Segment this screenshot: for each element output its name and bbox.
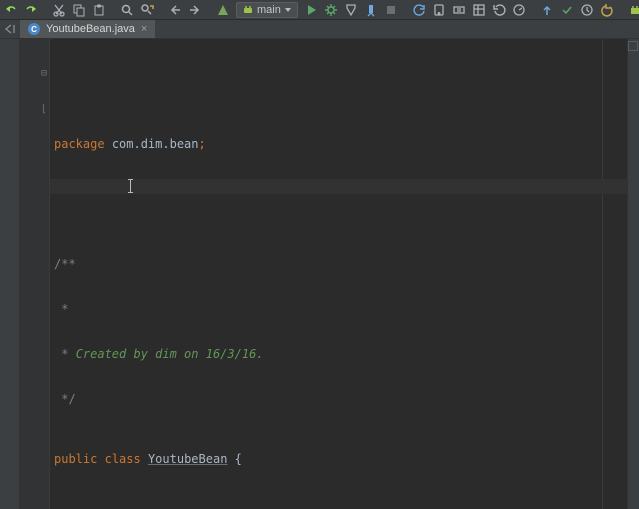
file-tab-youtubebean[interactable]: C YoutubeBean.java × <box>20 20 156 38</box>
layout-inspector-icon[interactable] <box>472 3 486 17</box>
run-icon[interactable] <box>304 3 318 17</box>
token-class-name: YoutubeBean <box>148 452 227 466</box>
token-semicolon: ; <box>199 137 206 151</box>
code-text-area[interactable]: package com.dim.bean; /** * * Created by… <box>50 39 639 509</box>
workspace: ⊟ ⌊ package com.dim.bean; /** * * Create… <box>0 39 639 509</box>
hide-tool-windows-icon[interactable] <box>0 20 20 38</box>
copy-icon[interactable] <box>72 3 86 17</box>
vcs-update-icon[interactable] <box>540 3 554 17</box>
fold-gutter[interactable]: ⊟ ⌊ <box>20 39 50 509</box>
fold-toggle-icon[interactable]: ⊟ <box>40 70 48 78</box>
sdk-manager-icon[interactable] <box>452 3 466 17</box>
cut-icon[interactable] <box>52 3 66 17</box>
token-comment: * <box>54 347 76 361</box>
vcs-commit-icon[interactable] <box>560 3 574 17</box>
file-tab-label: YoutubeBean.java <box>46 23 135 35</box>
close-icon[interactable]: × <box>141 24 147 35</box>
attach-debugger-icon[interactable] <box>364 3 378 17</box>
main-toolbar: main <box>0 0 639 20</box>
token-keyword: class <box>105 452 141 466</box>
token-brace: { <box>235 452 242 466</box>
stop-icon[interactable] <box>384 3 398 17</box>
avd-manager-icon[interactable] <box>432 3 446 17</box>
run-configuration-selector[interactable]: main <box>236 2 298 18</box>
right-margin-guide <box>602 39 603 509</box>
nav-forward-icon[interactable] <box>188 3 202 17</box>
build-icon[interactable] <box>216 3 230 17</box>
undo-icon[interactable] <box>4 3 18 17</box>
vcs-history-icon[interactable] <box>580 3 594 17</box>
text-caret-icon <box>130 179 131 193</box>
left-tool-stripe[interactable] <box>0 39 20 509</box>
token-keyword: public <box>54 452 97 466</box>
emulator-icon[interactable] <box>628 3 639 17</box>
token-comment: /** <box>54 257 76 271</box>
analysis-status-indicator[interactable] <box>628 41 638 51</box>
profiler-icon[interactable] <box>512 3 526 17</box>
redo-icon[interactable] <box>24 3 38 17</box>
vcs-revert-icon[interactable] <box>600 3 614 17</box>
paste-icon[interactable] <box>92 3 106 17</box>
token-keyword: package <box>54 137 105 151</box>
replace-icon[interactable] <box>140 3 154 17</box>
class-file-icon: C <box>28 23 40 35</box>
debug-icon[interactable] <box>324 3 338 17</box>
editor-tabbar: C YoutubeBean.java × <box>0 20 639 39</box>
code-editor[interactable]: ⊟ ⌊ package com.dim.bean; /** * * Create… <box>20 39 639 509</box>
run-config-label: main <box>257 4 281 16</box>
find-icon[interactable] <box>120 3 134 17</box>
token-comment-body: Created by dim on 16/3/16. <box>76 347 264 361</box>
android-icon <box>243 5 253 15</box>
fold-end-icon: ⌊ <box>40 106 48 114</box>
token-package-name: com.dim.bean <box>112 137 199 151</box>
caret-line-highlight <box>50 179 639 194</box>
token-comment: */ <box>54 392 76 406</box>
error-stripe[interactable] <box>627 39 639 509</box>
run-with-coverage-icon[interactable] <box>344 3 358 17</box>
nav-back-icon[interactable] <box>168 3 182 17</box>
rerun-icon[interactable] <box>492 3 506 17</box>
sync-gradle-icon[interactable] <box>412 3 426 17</box>
chevron-down-icon <box>285 8 291 12</box>
token-comment: * <box>54 302 68 316</box>
